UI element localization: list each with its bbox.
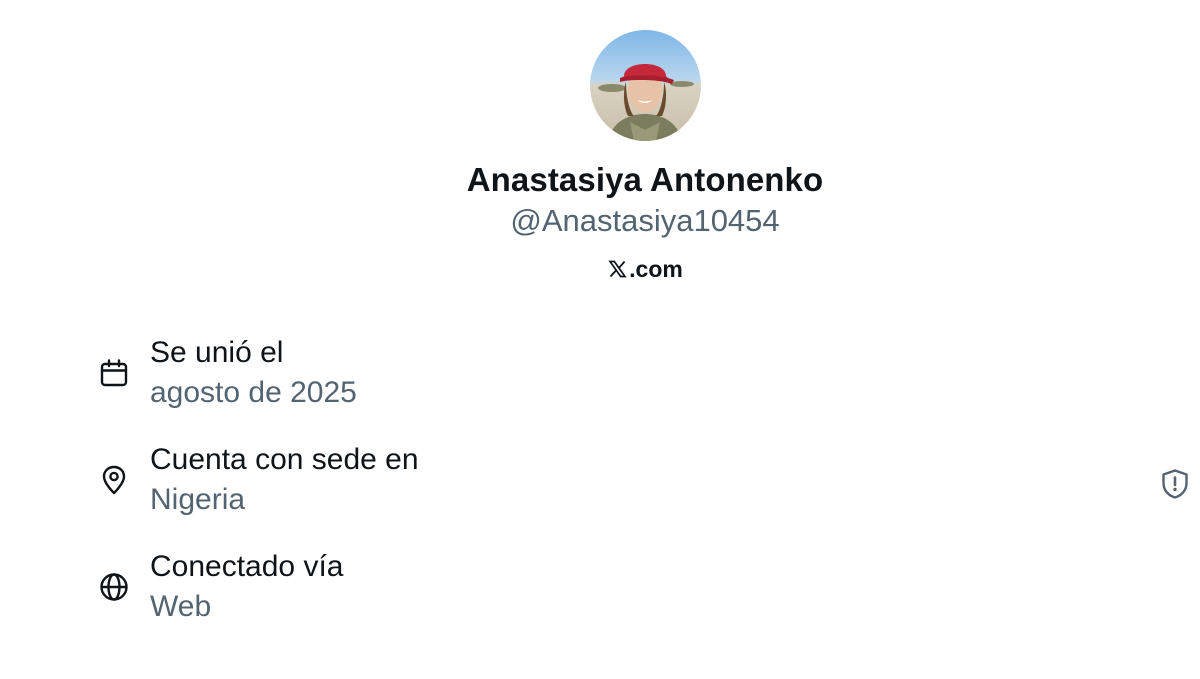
about-account-list: Se unió el agosto de 2025 Cuenta con sed…	[98, 333, 1198, 654]
x-logo-icon	[608, 260, 627, 278]
info-value: Nigeria	[150, 483, 246, 516]
info-label: Cuenta con sede en	[150, 443, 419, 476]
profile-header: Anastasiya Antonenko @Anastasiya10454 .c…	[0, 0, 1200, 283]
avatar-photo	[589, 30, 701, 141]
calendar-icon	[100, 359, 128, 387]
info-label: Se unió el	[150, 336, 284, 369]
location-pin-icon	[102, 465, 126, 495]
info-row-location: Cuenta con sede en Nigeria	[98, 440, 1198, 547]
info-text: Conectado vía Web	[150, 547, 343, 627]
info-row-joined: Se unió el agosto de 2025	[98, 333, 1198, 440]
shield-alert-icon[interactable]	[1160, 468, 1190, 500]
info-text: Cuenta con sede en Nigeria	[150, 440, 419, 520]
display-name: Anastasiya Antonenko	[466, 161, 824, 198]
profile-handle: @Anastasiya10454	[510, 203, 780, 238]
info-value: agosto de 2025	[150, 376, 357, 409]
info-text: Se unió el agosto de 2025	[150, 333, 357, 413]
info-row-connected-via: Conectado vía Web	[98, 547, 1198, 654]
account-info-page: Anastasiya Antonenko @Anastasiya10454 .c…	[0, 0, 1200, 679]
avatar[interactable]	[589, 30, 701, 141]
source-link[interactable]: .com	[607, 255, 683, 283]
info-value: Web	[150, 590, 212, 623]
info-label: Conectado vía	[150, 550, 344, 583]
globe-icon	[100, 573, 128, 601]
source-label: .com	[629, 256, 683, 282]
